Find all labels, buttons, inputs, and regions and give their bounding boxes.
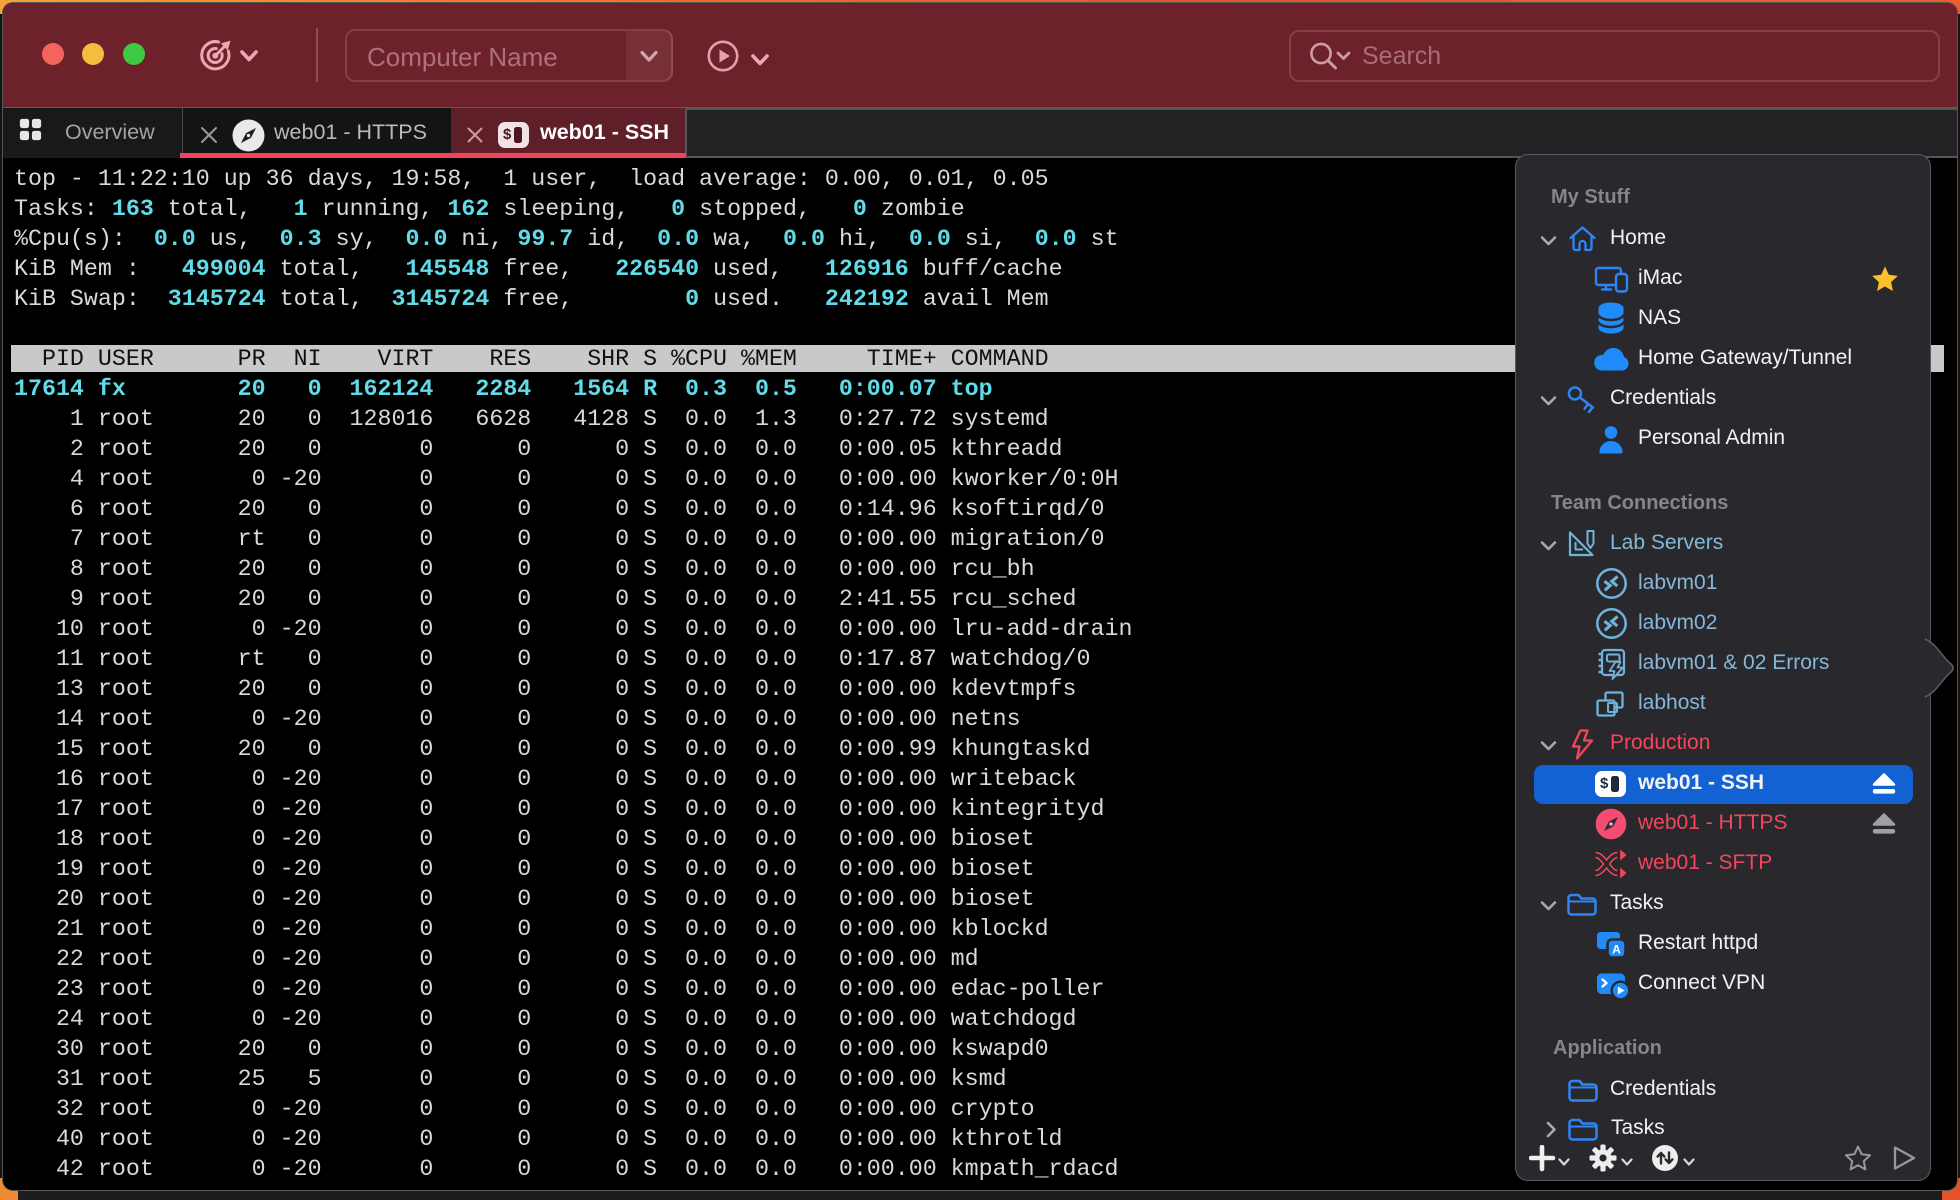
svg-text:A: A [1612, 943, 1621, 957]
